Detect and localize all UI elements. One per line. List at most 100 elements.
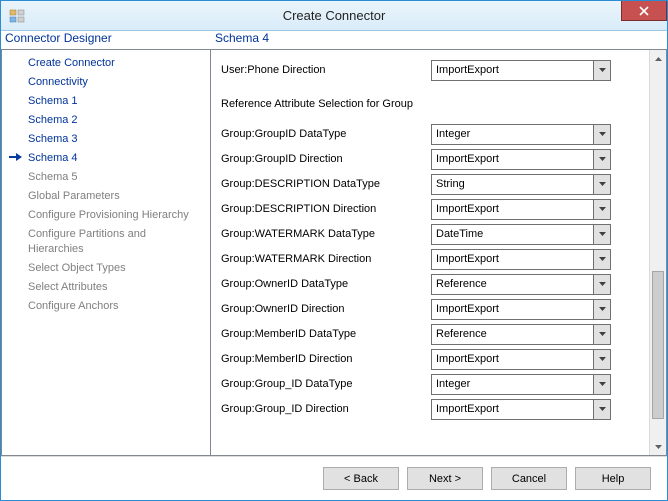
chevron-down-icon[interactable] xyxy=(593,200,610,219)
scroll-thumb[interactable] xyxy=(652,271,664,419)
sidebar-heading: Connector Designer xyxy=(1,31,211,49)
combo-value: ImportExport xyxy=(432,203,593,215)
nav-item[interactable]: Select Object Types xyxy=(2,259,210,278)
nav-item-label: Configure Anchors xyxy=(28,300,119,312)
combo-box[interactable]: Reference xyxy=(431,324,611,345)
nav-item[interactable]: Create Connector xyxy=(2,54,210,73)
section-heading: Reference Attribute Selection for Group xyxy=(221,98,645,110)
app-icon xyxy=(9,8,25,24)
combo-box[interactable]: DateTime xyxy=(431,224,611,245)
nav-item-label: Schema 2 xyxy=(28,114,78,126)
combo-value: DateTime xyxy=(432,228,593,240)
form-row: Group:WATERMARK DataTypeDateTime xyxy=(221,222,645,246)
scroll-track[interactable] xyxy=(650,67,666,438)
combo-value: ImportExport xyxy=(432,403,593,415)
combo-value: Reference xyxy=(432,328,593,340)
current-step-arrow-icon xyxy=(8,151,22,163)
nav-item-label: Create Connector xyxy=(28,57,115,69)
combo-value: ImportExport xyxy=(432,64,593,76)
field-label: Group:WATERMARK Direction xyxy=(221,253,431,265)
nav-item-label: Schema 4 xyxy=(28,152,78,164)
field-label: Group:MemberID Direction xyxy=(221,353,431,365)
scroll-up-button[interactable] xyxy=(650,50,666,67)
scroll-down-button[interactable] xyxy=(650,438,666,455)
cancel-button[interactable]: Cancel xyxy=(491,467,567,490)
titlebar[interactable]: Create Connector xyxy=(1,1,667,31)
nav-item-label: Configure Partitions and Hierarchies xyxy=(28,228,146,255)
form-row: Group:OwnerID DirectionImportExport xyxy=(221,297,645,321)
help-button[interactable]: Help xyxy=(575,467,651,490)
nav-item-label: Schema 1 xyxy=(28,95,78,107)
combo-value: Reference xyxy=(432,278,593,290)
form-row: Group:GroupID DirectionImportExport xyxy=(221,147,645,171)
form-row: Group:Group_ID DataTypeInteger xyxy=(221,372,645,396)
chevron-down-icon[interactable] xyxy=(593,175,610,194)
combo-value: ImportExport xyxy=(432,153,593,165)
combo-box[interactable]: ImportExport xyxy=(431,299,611,320)
field-label: Group:GroupID DataType xyxy=(221,128,431,140)
combo-box[interactable]: ImportExport xyxy=(431,149,611,170)
field-label: Group:WATERMARK DataType xyxy=(221,228,431,240)
field-label: Group:DESCRIPTION Direction xyxy=(221,203,431,215)
sidebar: Create Connector Connectivity Schema 1 Sche… xyxy=(1,49,211,456)
chevron-down-icon[interactable] xyxy=(593,400,610,419)
nav-item-label: Global Parameters xyxy=(28,190,120,202)
combo-box[interactable]: ImportExport xyxy=(431,60,611,81)
chevron-down-icon[interactable] xyxy=(593,125,610,144)
nav-item[interactable]: Global Parameters xyxy=(2,187,210,206)
chevron-down-icon[interactable] xyxy=(593,300,610,319)
combo-box[interactable]: ImportExport xyxy=(431,349,611,370)
back-button[interactable]: < Back xyxy=(323,467,399,490)
nav-item[interactable]: Configure Provisioning Hierarchy xyxy=(2,206,210,225)
combo-box[interactable]: ImportExport xyxy=(431,399,611,420)
chevron-down-icon[interactable] xyxy=(593,150,610,169)
field-label: Group:Group_ID Direction xyxy=(221,403,431,415)
close-button[interactable] xyxy=(621,1,667,21)
nav-item[interactable]: Configure Anchors xyxy=(2,297,210,316)
combo-value: Integer xyxy=(432,378,593,390)
next-button[interactable]: Next > xyxy=(407,467,483,490)
form-row: Group:GroupID DataTypeInteger xyxy=(221,122,645,146)
chevron-down-icon[interactable] xyxy=(593,375,610,394)
content-area: Connector Designer Schema 4 Create Conne… xyxy=(1,31,667,500)
chevron-down-icon[interactable] xyxy=(593,350,610,369)
chevron-down-icon[interactable] xyxy=(593,225,610,244)
nav-item[interactable]: Schema 2 xyxy=(2,111,210,130)
nav-item[interactable]: Schema 3 xyxy=(2,130,210,149)
form-row: User:Phone DirectionImportExport xyxy=(221,58,645,82)
field-label: Group:OwnerID DataType xyxy=(221,278,431,290)
nav-item[interactable]: Connectivity xyxy=(2,73,210,92)
chevron-down-icon[interactable] xyxy=(593,275,610,294)
combo-box[interactable]: String xyxy=(431,174,611,195)
combo-box[interactable]: Integer xyxy=(431,124,611,145)
button-bar: < Back Next > Cancel Help xyxy=(1,456,667,500)
combo-value: ImportExport xyxy=(432,253,593,265)
chevron-down-icon[interactable] xyxy=(593,250,610,269)
nav-item[interactable]: Select Attributes xyxy=(2,278,210,297)
main-panel: User:Phone DirectionImportExportReferenc… xyxy=(211,49,667,456)
nav-item[interactable]: Schema 4 xyxy=(2,149,210,168)
vertical-scrollbar[interactable] xyxy=(649,50,666,455)
combo-value: String xyxy=(432,178,593,190)
nav-item[interactable]: Configure Partitions and Hierarchies xyxy=(2,225,210,259)
nav-item[interactable]: Schema 5 xyxy=(2,168,210,187)
form-row: Group:MemberID DataTypeReference xyxy=(221,322,645,346)
field-label: Group:Group_ID DataType xyxy=(221,378,431,390)
combo-value: Integer xyxy=(432,128,593,140)
combo-box[interactable]: Reference xyxy=(431,274,611,295)
form-row: Group:Group_ID DirectionImportExport xyxy=(221,397,645,421)
panel-headers: Connector Designer Schema 4 xyxy=(1,31,667,49)
nav-item-label: Select Attributes xyxy=(28,281,108,293)
nav-item-label: Connectivity xyxy=(28,76,88,88)
nav-item[interactable]: Schema 1 xyxy=(2,92,210,111)
combo-box[interactable]: ImportExport xyxy=(431,199,611,220)
field-label: User:Phone Direction xyxy=(221,64,431,76)
form-row: Group:DESCRIPTION DataTypeString xyxy=(221,172,645,196)
chevron-down-icon[interactable] xyxy=(593,325,610,344)
form-row: Group:OwnerID DataTypeReference xyxy=(221,272,645,296)
combo-box[interactable]: ImportExport xyxy=(431,249,611,270)
form-row: Group:MemberID DirectionImportExport xyxy=(221,347,645,371)
combo-box[interactable]: Integer xyxy=(431,374,611,395)
main-heading: Schema 4 xyxy=(211,31,667,49)
chevron-down-icon[interactable] xyxy=(593,61,610,80)
